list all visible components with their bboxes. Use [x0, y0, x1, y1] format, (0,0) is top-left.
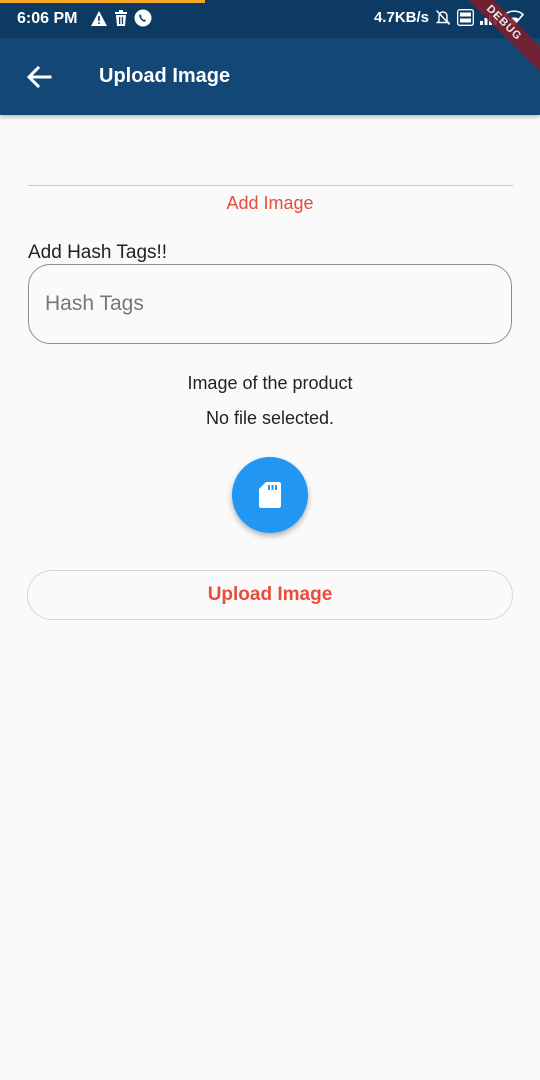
pick-image-fab[interactable] [232, 457, 308, 533]
network-speed: 4.7KB/s [373, 9, 429, 26]
status-bar: 6:06 PM 4.7KB/s [0, 0, 540, 38]
status-time: 6:06 PM [17, 10, 78, 27]
page-title: Upload Image [99, 65, 231, 87]
app-bar: Upload Image [0, 38, 540, 115]
status-progress-indicator [0, 0, 205, 3]
file-status-text: No file selected. [205, 408, 335, 428]
status-notification-icons [90, 9, 152, 27]
hash-tags-label: Add Hash Tags!! [28, 242, 168, 263]
back-button[interactable] [22, 60, 56, 94]
volte-icon [457, 9, 474, 26]
upload-image-button[interactable]: Upload Image [27, 570, 513, 620]
bell-off-icon [435, 9, 451, 26]
arrow-left-icon [26, 65, 52, 89]
product-image-caption: Image of the product [187, 373, 353, 393]
sd-card-icon [259, 482, 281, 508]
trash-icon [114, 10, 128, 26]
hash-tags-input[interactable] [28, 264, 512, 344]
add-image-button[interactable]: Add Image [0, 193, 540, 214]
divider [28, 185, 513, 186]
whatsapp-icon [134, 9, 152, 27]
warning-icon [90, 10, 108, 27]
